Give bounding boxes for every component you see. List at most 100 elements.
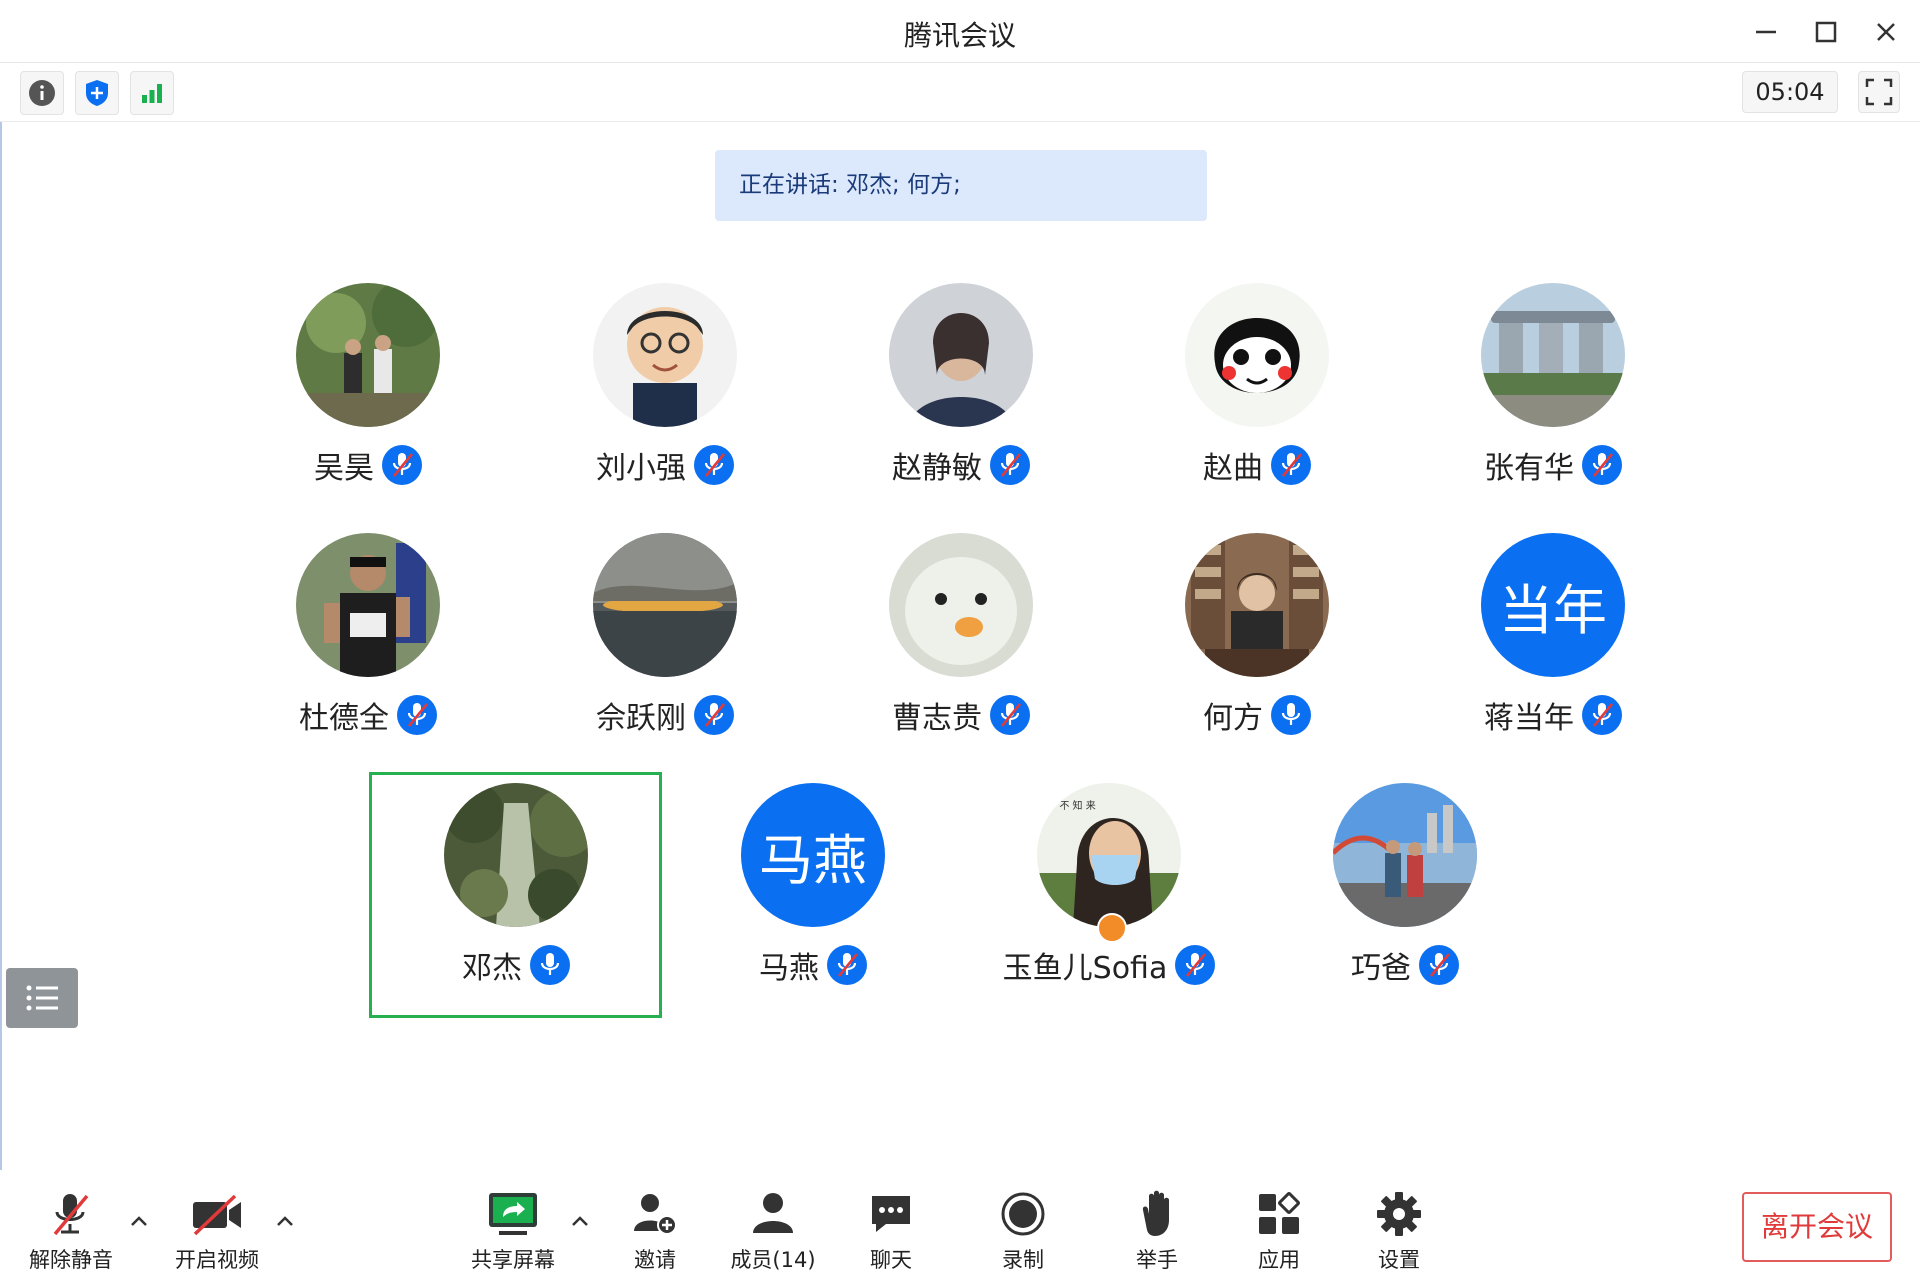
chat-icon — [865, 1188, 917, 1240]
meeting-timer: 05:04 — [1742, 71, 1838, 113]
participant-name: 曹志贵 — [892, 701, 982, 736]
speaking-indicator: 正在讲话: 邓杰; 何方; — [715, 150, 1207, 221]
chat-label: 聊天 — [870, 1248, 912, 1272]
share-screen-icon — [487, 1188, 539, 1240]
settings-label: 设置 — [1378, 1248, 1420, 1272]
active-speaker-highlight — [369, 772, 662, 1018]
video-options-chevron-icon[interactable] — [272, 1208, 298, 1234]
participant-name: 蒋当年 — [1484, 701, 1574, 736]
participant-name: 张有华 — [1484, 451, 1574, 486]
maximize-button[interactable] — [1808, 14, 1844, 50]
share-screen-button[interactable]: 共享屏幕 — [458, 1188, 568, 1274]
participant-name: 巧爸 — [1351, 951, 1411, 986]
participant-card[interactable]: 赵静敏 — [811, 283, 1111, 523]
participant-name: 赵静敏 — [892, 451, 982, 486]
muted-mic-icon — [1582, 445, 1622, 485]
avatar — [889, 533, 1033, 677]
raise-hand-button[interactable]: 举手 — [1102, 1188, 1212, 1274]
unmute-button[interactable]: 解除静音 — [16, 1188, 126, 1274]
title-bar: 腾讯会议 — [0, 0, 1920, 63]
name-row: 蒋当年 — [1403, 693, 1703, 737]
participant-card[interactable]: 杜德全 — [218, 533, 518, 773]
participant-name: 何方 — [1203, 701, 1263, 736]
members-button[interactable]: 成员(14) — [718, 1188, 828, 1274]
settings-button[interactable]: 设置 — [1344, 1188, 1454, 1274]
meeting-toolbar: 05:04 — [0, 63, 1920, 122]
participant-name: 马燕 — [759, 951, 819, 986]
name-row: 刘小强 — [515, 443, 815, 487]
avatar — [1185, 283, 1329, 427]
avatar — [889, 283, 1033, 427]
participant-card[interactable]: 何方 — [1107, 533, 1407, 773]
muted-mic-icon — [694, 695, 734, 735]
muted-mic-icon — [827, 945, 867, 985]
apps-button[interactable]: 应用 — [1224, 1188, 1334, 1274]
participant-card[interactable]: 曹志贵 — [811, 533, 1111, 773]
invite-button[interactable]: 邀请 — [600, 1188, 710, 1274]
participant-card[interactable]: · 不 知 来玉鱼儿Sofia — [959, 783, 1259, 1023]
name-row: 赵静敏 — [811, 443, 1111, 487]
avatar: 马燕 — [741, 783, 885, 927]
share-options-chevron-icon[interactable] — [567, 1208, 593, 1234]
info-icon[interactable] — [20, 71, 64, 115]
video-off-icon — [191, 1188, 243, 1240]
audio-options-chevron-icon[interactable] — [126, 1208, 152, 1234]
record-button[interactable]: 录制 — [968, 1188, 1078, 1274]
close-button[interactable] — [1868, 14, 1904, 50]
muted-mic-icon — [990, 695, 1030, 735]
avatar: · 不 知 来 — [1037, 783, 1181, 927]
name-row: 吴昊 — [218, 443, 518, 487]
participant-card[interactable]: 佘跃刚 — [515, 533, 815, 773]
name-row: 马燕 — [663, 943, 963, 987]
share-screen-label: 共享屏幕 — [471, 1248, 555, 1272]
muted-mic-icon — [1419, 945, 1459, 985]
fullscreen-icon[interactable] — [1858, 71, 1900, 113]
avatar — [1333, 783, 1477, 927]
start-video-label: 开启视频 — [175, 1248, 259, 1272]
name-row: 佘跃刚 — [515, 693, 815, 737]
raise-hand-icon — [1131, 1188, 1183, 1240]
participant-name: 吴昊 — [314, 451, 374, 486]
window-left-edge — [0, 120, 2, 1170]
participant-card[interactable]: 赵曲 — [1107, 283, 1407, 523]
security-shield-icon[interactable] — [75, 71, 119, 115]
muted-mic-icon — [1271, 445, 1311, 485]
participant-list-toggle[interactable] — [6, 968, 78, 1028]
minimize-button[interactable] — [1748, 14, 1784, 50]
raise-hand-label: 举手 — [1136, 1248, 1178, 1272]
participant-card[interactable]: 吴昊 — [218, 283, 518, 523]
name-row: 曹志贵 — [811, 693, 1111, 737]
muted-mic-icon — [990, 445, 1030, 485]
gear-icon — [1373, 1188, 1425, 1240]
name-row: 张有华 — [1403, 443, 1703, 487]
participant-card[interactable]: 刘小强 — [515, 283, 815, 523]
muted-mic-icon — [1582, 695, 1622, 735]
avatar — [1481, 283, 1625, 427]
leave-meeting-button[interactable]: 离开会议 — [1742, 1192, 1892, 1262]
muted-mic-icon — [1175, 945, 1216, 985]
list-icon — [26, 985, 58, 1011]
participant-card[interactable]: 巧爸 — [1255, 783, 1555, 1023]
svg-text:· 不 知 来: · 不 知 来 — [1053, 799, 1096, 812]
invite-label: 邀请 — [634, 1248, 676, 1272]
participant-name: 刘小强 — [596, 451, 686, 486]
unmute-label: 解除静音 — [29, 1248, 113, 1272]
bottom-control-bar: 解除静音 开启视频 共享屏幕 邀请 成员(14) 聊天 录制 举手 应用 设置 … — [0, 1170, 1920, 1276]
participant-name: 玉鱼儿Sofia — [1002, 951, 1168, 986]
network-signal-icon[interactable] — [130, 71, 174, 115]
name-row: 巧爸 — [1255, 943, 1555, 987]
record-label: 录制 — [1002, 1248, 1044, 1272]
add-user-icon — [629, 1188, 681, 1240]
participant-card[interactable]: 张有华 — [1403, 283, 1703, 523]
muted-mic-icon — [694, 445, 734, 485]
participant-name: 赵曲 — [1203, 451, 1263, 486]
avatar — [296, 533, 440, 677]
apps-icon — [1253, 1188, 1305, 1240]
start-video-button[interactable]: 开启视频 — [162, 1188, 272, 1274]
participant-card[interactable]: 马燕 马燕 — [663, 783, 963, 1023]
participant-name: 佘跃刚 — [596, 701, 686, 736]
participant-card[interactable]: 当年 蒋当年 — [1403, 533, 1703, 773]
muted-mic-icon — [382, 445, 422, 485]
chat-button[interactable]: 聊天 — [836, 1188, 946, 1274]
members-icon — [747, 1188, 799, 1240]
